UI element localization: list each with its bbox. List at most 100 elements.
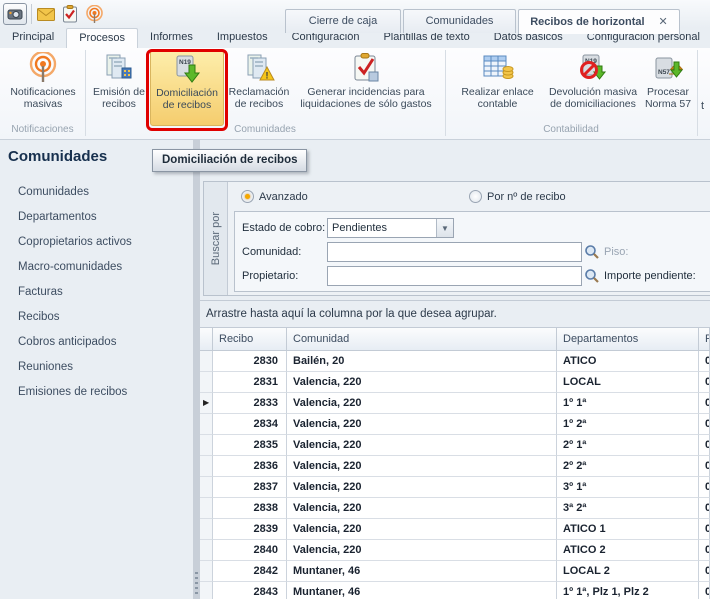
sidebar: Comunidades Comunidades Departamentos Co…	[0, 140, 193, 599]
table-row[interactable]: 2839 Valencia, 220 ATICO 1 0	[200, 519, 710, 540]
cell-comunidad: Bailén, 20	[287, 351, 557, 372]
cell-recibo: 2833	[213, 393, 287, 414]
comunidad-label: Comunidad:	[242, 246, 327, 258]
cell-f: 0	[699, 477, 710, 498]
splitter-grip-icon	[195, 572, 198, 594]
sidebar-item-comunidades[interactable]: Comunidades	[18, 180, 132, 205]
table-row[interactable]: 2834 Valencia, 220 1º 2ª 0	[200, 414, 710, 435]
buscar-por-strip: Buscar por	[204, 182, 228, 295]
ribbon-button-label: Domiciliación de recibos	[151, 87, 223, 112]
column-header-comunidad[interactable]: Comunidad	[287, 327, 557, 351]
ribbon-tab-informes[interactable]: Informes	[138, 28, 205, 48]
devolucion-masiva-button[interactable]: N19 Devolución masiva de domiciliaciones	[547, 50, 639, 126]
search-icon[interactable]	[582, 242, 602, 262]
sidebar-item-macro-comunidades[interactable]: Macro-comunidades	[18, 255, 132, 280]
comunidad-row: Comunidad: Piso:	[242, 242, 628, 262]
close-tab-icon[interactable]: ✕	[659, 16, 668, 28]
cell-recibo: 2838	[213, 498, 287, 519]
sidebar-item-copropietarios-activos[interactable]: Copropietarios activos	[18, 230, 132, 255]
ribbon-tab-procesos[interactable]: Procesos	[66, 28, 138, 48]
ribbon-tab-principal[interactable]: Principal	[0, 28, 66, 48]
estado-de-cobro-value: Pendientes	[328, 219, 436, 237]
reclamacion-de-recibos-button[interactable]: ! Reclamación de recibos	[226, 50, 292, 126]
domiciliacion-de-recibos-button[interactable]: N19 Domiciliación de recibos	[150, 50, 224, 126]
cell-f: 0	[699, 498, 710, 519]
cell-departamentos: 3º 1ª	[557, 477, 699, 498]
cell-recibo: 2842	[213, 561, 287, 582]
table-row[interactable]: 2837 Valencia, 220 3º 1ª 0	[200, 477, 710, 498]
mail-button[interactable]	[36, 4, 56, 24]
generar-incidencias-button[interactable]: Generar incidencias para liquidaciones d…	[296, 50, 436, 126]
tasks-button[interactable]	[60, 4, 80, 24]
chevron-down-icon[interactable]: ▼	[436, 219, 453, 237]
table-row[interactable]: 2835 Valencia, 220 2º 1ª 0	[200, 435, 710, 456]
sidebar-item-recibos[interactable]: Recibos	[18, 305, 132, 330]
sidebar-item-reuniones[interactable]: Reuniones	[18, 355, 132, 380]
comunidad-input[interactable]	[327, 242, 582, 262]
doc-tab-label: Comunidades	[426, 15, 494, 27]
sidebar-splitter[interactable]	[193, 140, 200, 599]
n57-arrows-icon: N57	[652, 52, 684, 84]
row-gutter	[200, 372, 213, 393]
svg-text:N57: N57	[658, 69, 670, 76]
grid-header-row: Recibo Comunidad Departamentos F	[200, 327, 710, 351]
broadcast-button[interactable]	[84, 4, 104, 24]
group-label-comunidades: Comunidades	[85, 124, 445, 135]
receipts-icon	[103, 52, 135, 84]
radio-por-num-recibo[interactable]: Por nº de recibo	[469, 190, 566, 203]
column-header-departamentos[interactable]: Departamentos	[557, 327, 699, 351]
search-icon[interactable]	[582, 266, 602, 286]
cell-recibo: 2843	[213, 582, 287, 599]
sidebar-item-cobros-anticipados[interactable]: Cobros anticipados	[18, 330, 132, 355]
cell-departamentos: ATICO 2	[557, 540, 699, 561]
estado-de-cobro-select[interactable]: Pendientes ▼	[327, 218, 454, 238]
table-row[interactable]: 2840 Valencia, 220 ATICO 2 0	[200, 540, 710, 561]
radio-label: Por nº de recibo	[487, 191, 566, 203]
group-by-area[interactable]: Arrastre hasta aquí la columna por la qu…	[200, 300, 710, 327]
cell-comunidad: Valencia, 220	[287, 393, 557, 414]
doc-tab-cierre-de-caja[interactable]: Cierre de caja	[285, 9, 401, 33]
sidebar-item-departamentos[interactable]: Departamentos	[18, 205, 132, 230]
doc-tab-comunidades[interactable]: Comunidades	[403, 9, 516, 33]
ribbon-overflow-fragment: t	[701, 100, 704, 112]
table-row[interactable]: 2838 Valencia, 220 3ª 2ª 0	[200, 498, 710, 519]
table-row[interactable]: 2842 Muntaner, 46 LOCAL 2 0	[200, 561, 710, 582]
notificaciones-masivas-button[interactable]: Notificaciones masivas	[4, 50, 82, 126]
propietario-input[interactable]	[327, 266, 582, 286]
clipboard-check-small-icon	[62, 5, 78, 23]
cell-f: 0	[699, 351, 710, 372]
broadcast-icon	[27, 52, 59, 84]
radio-on-icon	[241, 190, 254, 203]
row-gutter	[200, 351, 213, 372]
cell-comunidad: Valencia, 220	[287, 456, 557, 477]
column-header-recibo[interactable]: Recibo	[213, 327, 287, 351]
column-header-f[interactable]: F	[699, 327, 710, 351]
sidebar-item-emisiones-de-recibos[interactable]: Emisiones de recibos	[18, 380, 132, 405]
realizar-enlace-contable-button[interactable]: Realizar enlace contable	[450, 50, 545, 126]
ribbon-button-label: Generar incidencias para liquidaciones d…	[296, 86, 436, 111]
table-coins-icon	[481, 52, 515, 84]
radio-avanzado[interactable]: Avanzado	[241, 190, 308, 203]
table-row[interactable]: 2843 Muntaner, 46 1º 1ª, Plz 1, Plz 2 0	[200, 582, 710, 599]
row-gutter	[200, 519, 213, 540]
table-row[interactable]: 2831 Valencia, 220 LOCAL 0	[200, 372, 710, 393]
cell-departamentos: 2º 1ª	[557, 435, 699, 456]
sidebar-title: Comunidades	[8, 148, 107, 165]
emision-de-recibos-button[interactable]: Emisión de recibos	[88, 50, 150, 126]
sidebar-item-facturas[interactable]: Facturas	[18, 280, 132, 305]
cell-comunidad: Valencia, 220	[287, 414, 557, 435]
app-menu-button[interactable]	[3, 3, 27, 25]
estado-de-cobro-row: Estado de cobro: Pendientes ▼	[242, 218, 454, 238]
row-gutter	[200, 582, 213, 599]
cell-f: 0	[699, 372, 710, 393]
doc-tab-recibos-de-horizontal[interactable]: Recibos de horizontal✕	[518, 9, 680, 34]
app-logo-icon	[7, 7, 23, 21]
ribbon-tab-impuestos[interactable]: Impuestos	[205, 28, 280, 48]
table-row-selected[interactable]: ▶ 2833 Valencia, 220 1º 1ª 0	[200, 393, 710, 414]
table-row[interactable]: 2830 Bailén, 20 ATICO 0	[200, 351, 710, 372]
radio-off-icon	[469, 190, 482, 203]
procesar-norma-57-button[interactable]: N57 Procesar Norma 57	[641, 50, 695, 126]
table-row[interactable]: 2836 Valencia, 220 2º 2ª 0	[200, 456, 710, 477]
cell-recibo: 2836	[213, 456, 287, 477]
recibos-grid: Arrastre hasta aquí la columna por la qu…	[200, 300, 710, 599]
